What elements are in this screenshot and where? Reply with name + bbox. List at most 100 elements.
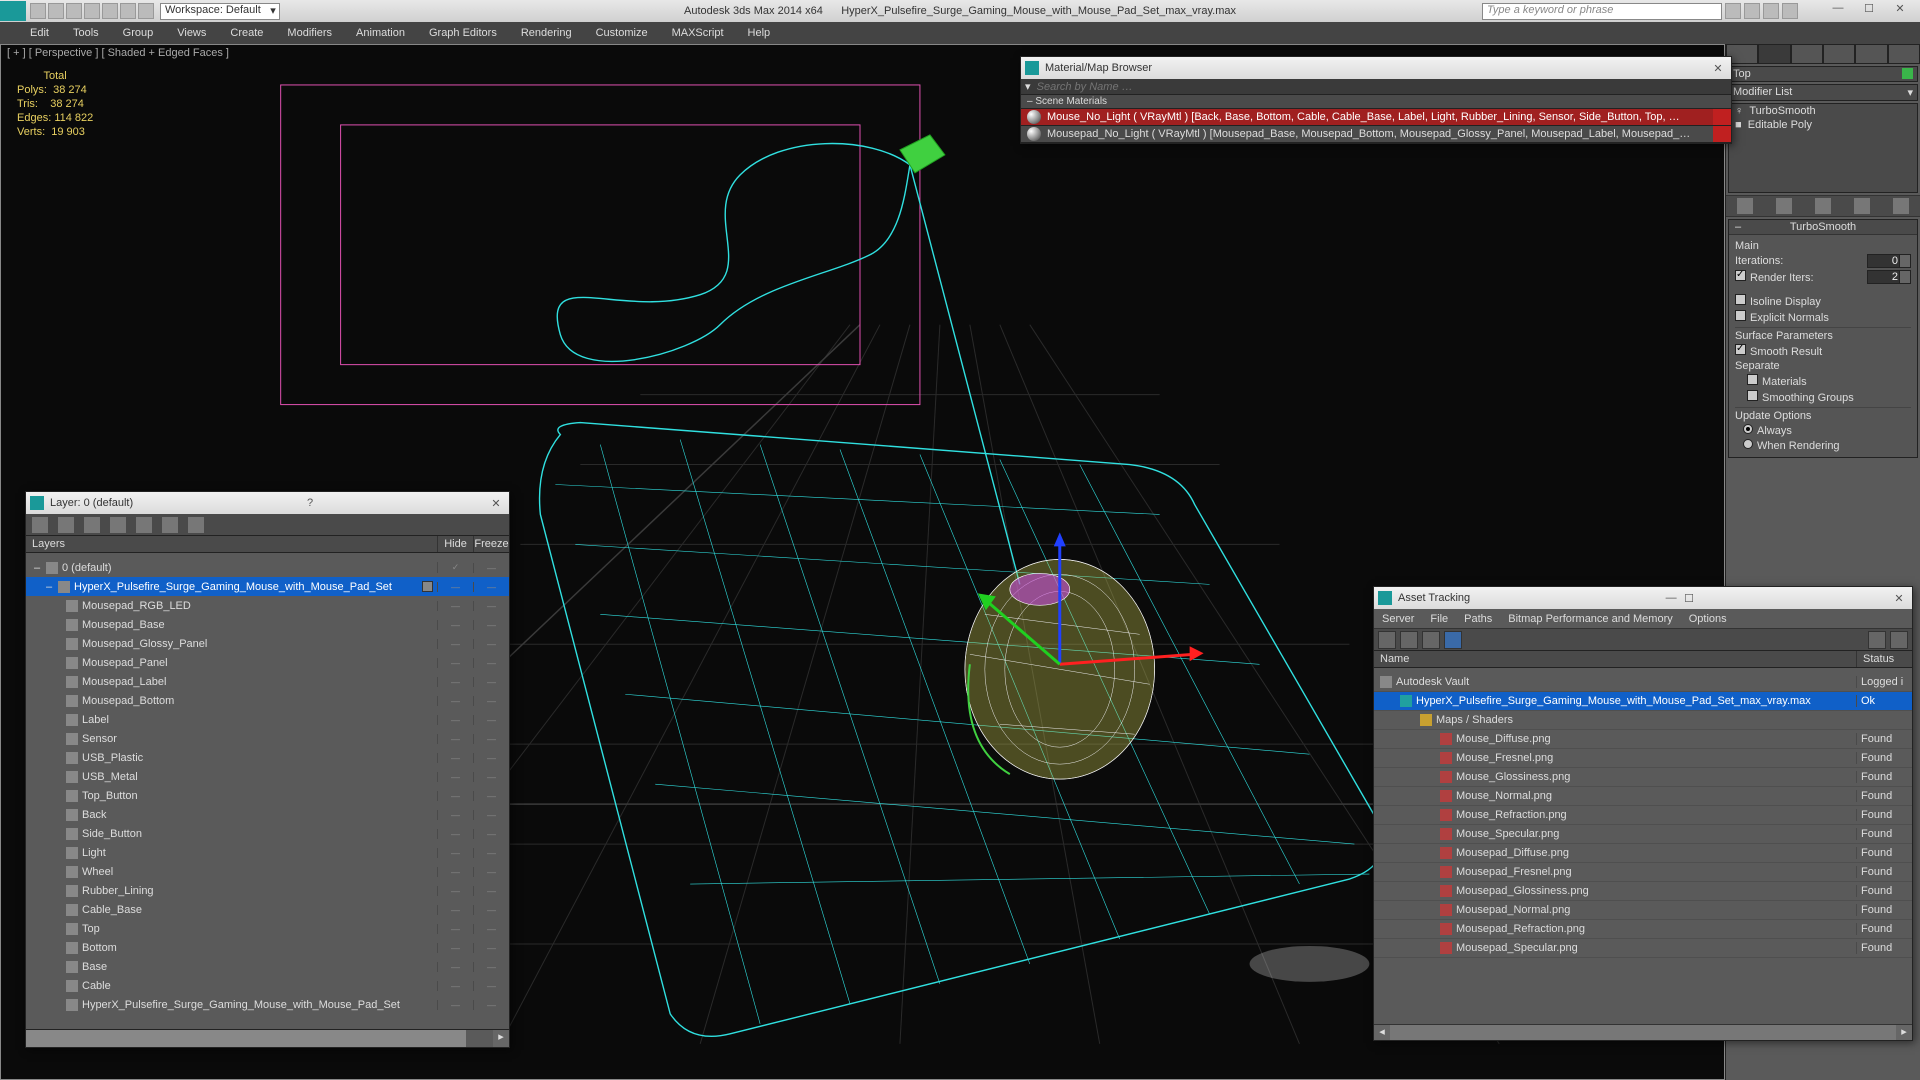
menu-rendering[interactable]: Rendering: [521, 27, 572, 39]
configure-sets-icon[interactable]: [1893, 198, 1909, 214]
layer-row[interactable]: Light——: [26, 843, 509, 862]
layer-row[interactable]: Label——: [26, 710, 509, 729]
tab-modify[interactable]: [1758, 44, 1790, 64]
menu-animation[interactable]: Animation: [356, 27, 405, 39]
layer-row[interactable]: HyperX_Pulsefire_Surge_Gaming_Mouse_with…: [26, 995, 509, 1014]
material-section-header[interactable]: – Scene Materials: [1021, 95, 1731, 109]
layer-row[interactable]: Sensor——: [26, 729, 509, 748]
asset-row[interactable]: Mousepad_Fresnel.pngFound: [1374, 863, 1912, 882]
layer-row[interactable]: Top——: [26, 919, 509, 938]
highlight-icon[interactable]: [136, 517, 152, 533]
asset-scrollbar[interactable]: ◂▸: [1374, 1024, 1912, 1040]
layer-row[interactable]: Rubber_Lining——: [26, 881, 509, 900]
new-layer-icon[interactable]: [32, 517, 48, 533]
close-icon[interactable]: ✕: [1709, 62, 1727, 75]
asset-row[interactable]: Mouse_Specular.pngFound: [1374, 825, 1912, 844]
layer-row[interactable]: Top_Button——: [26, 786, 509, 805]
layer-row[interactable]: Mousepad_Bottom——: [26, 691, 509, 710]
asset-view-icon[interactable]: [1378, 631, 1396, 649]
asset-view-icon[interactable]: [1444, 631, 1462, 649]
asset-refresh-icon[interactable]: [1868, 631, 1886, 649]
tab-motion[interactable]: [1823, 44, 1855, 64]
menu-help[interactable]: Help: [748, 27, 771, 39]
menu-tools[interactable]: Tools: [73, 27, 99, 39]
pin-stack-icon[interactable]: [1737, 198, 1753, 214]
tab-utilities[interactable]: [1888, 44, 1920, 64]
render-iters-checkbox[interactable]: [1735, 270, 1746, 281]
col-freeze[interactable]: Freeze: [473, 536, 509, 552]
layer-row[interactable]: Back——: [26, 805, 509, 824]
remove-modifier-icon[interactable]: [1854, 198, 1870, 214]
menu-maxscript[interactable]: MAXScript: [672, 27, 724, 39]
asset-tracking-title[interactable]: Asset Tracking — ☐ ✕: [1374, 587, 1912, 609]
qat-icon[interactable]: [120, 3, 136, 19]
update-always-radio[interactable]: [1743, 424, 1753, 434]
col-name[interactable]: Name: [1374, 651, 1856, 667]
select-objects-icon[interactable]: [110, 517, 126, 533]
tab-display[interactable]: [1855, 44, 1887, 64]
menu-customize[interactable]: Customize: [596, 27, 648, 39]
layer-row[interactable]: Side_Button——: [26, 824, 509, 843]
modifier-list-dropdown[interactable]: Modifier List▾: [1728, 84, 1918, 101]
layer-row[interactable]: –HyperX_Pulsefire_Surge_Gaming_Mouse_wit…: [26, 577, 509, 596]
asset-view-icon[interactable]: [1422, 631, 1440, 649]
object-color-swatch[interactable]: [1902, 68, 1913, 79]
freeze-icon[interactable]: [188, 517, 204, 533]
asset-settings-icon[interactable]: [1890, 631, 1908, 649]
col-layers[interactable]: Layers: [26, 536, 437, 552]
menu-views[interactable]: Views: [177, 27, 206, 39]
close-icon[interactable]: ✕: [487, 497, 505, 510]
rollout-header[interactable]: TurboSmooth: [1729, 220, 1917, 235]
asset-row[interactable]: Maps / Shaders: [1374, 711, 1912, 730]
asset-row[interactable]: Mouse_Normal.pngFound: [1374, 787, 1912, 806]
asset-row[interactable]: Autodesk VaultLogged i: [1374, 673, 1912, 692]
delete-layer-icon[interactable]: [58, 517, 74, 533]
maximize-button[interactable]: ☐: [1855, 2, 1883, 20]
minimize-icon[interactable]: —: [1662, 592, 1680, 604]
layer-row[interactable]: Mousepad_Label——: [26, 672, 509, 691]
asset-row[interactable]: Mouse_Diffuse.pngFound: [1374, 730, 1912, 749]
smooth-result-checkbox[interactable]: [1735, 344, 1746, 355]
asset-row[interactable]: Mouse_Glossiness.pngFound: [1374, 768, 1912, 787]
material-row[interactable]: Mousepad_No_Light ( VRayMtl ) [Mousepad_…: [1021, 126, 1731, 143]
asset-row[interactable]: Mousepad_Refraction.pngFound: [1374, 920, 1912, 939]
asset-row[interactable]: HyperX_Pulsefire_Surge_Gaming_Mouse_with…: [1374, 692, 1912, 711]
hide-icon[interactable]: [162, 517, 178, 533]
infocenter-icon[interactable]: [1725, 3, 1741, 19]
close-button[interactable]: ✕: [1886, 2, 1914, 20]
layer-row[interactable]: Cable_Base——: [26, 900, 509, 919]
asset-view-icon[interactable]: [1400, 631, 1418, 649]
asset-menu-item[interactable]: Paths: [1464, 613, 1492, 625]
layer-manager-title[interactable]: Layer: 0 (default) ? ✕: [26, 492, 509, 514]
menu-create[interactable]: Create: [230, 27, 263, 39]
close-icon[interactable]: ✕: [1890, 592, 1908, 605]
show-end-result-icon[interactable]: [1776, 198, 1792, 214]
maximize-icon[interactable]: ☐: [1680, 592, 1698, 605]
isoline-checkbox[interactable]: [1735, 294, 1746, 305]
layer-row[interactable]: Mousepad_Base——: [26, 615, 509, 634]
asset-row[interactable]: Mousepad_Specular.pngFound: [1374, 939, 1912, 958]
layer-tree[interactable]: –0 (default)✓—–HyperX_Pulsefire_Surge_Ga…: [26, 558, 509, 1027]
update-render-radio[interactable]: [1743, 439, 1753, 449]
add-to-layer-icon[interactable]: [84, 517, 100, 533]
layer-row[interactable]: USB_Metal——: [26, 767, 509, 786]
asset-row[interactable]: Mousepad_Normal.pngFound: [1374, 901, 1912, 920]
asset-row[interactable]: Mousepad_Glossiness.pngFound: [1374, 882, 1912, 901]
help-icon[interactable]: [1782, 3, 1798, 19]
qat-icon[interactable]: [66, 3, 82, 19]
asset-row[interactable]: Mouse_Fresnel.pngFound: [1374, 749, 1912, 768]
layer-row[interactable]: Bottom——: [26, 938, 509, 957]
stack-item[interactable]: ■ Editable Poly: [1729, 118, 1917, 132]
make-unique-icon[interactable]: [1815, 198, 1831, 214]
layer-row[interactable]: Mousepad_Panel——: [26, 653, 509, 672]
layer-row[interactable]: Mousepad_RGB_LED——: [26, 596, 509, 615]
material-search[interactable]: ▾: [1021, 79, 1731, 95]
asset-row[interactable]: Mouse_Refraction.pngFound: [1374, 806, 1912, 825]
infocenter-icon[interactable]: [1744, 3, 1760, 19]
asset-menu-item[interactable]: File: [1430, 613, 1448, 625]
workspace-dropdown[interactable]: Workspace: Default: [160, 3, 280, 20]
menu-group[interactable]: Group: [123, 27, 154, 39]
menu-edit[interactable]: Edit: [30, 27, 49, 39]
object-name-field[interactable]: Top: [1728, 66, 1918, 82]
material-search-input[interactable]: [1037, 81, 1727, 93]
